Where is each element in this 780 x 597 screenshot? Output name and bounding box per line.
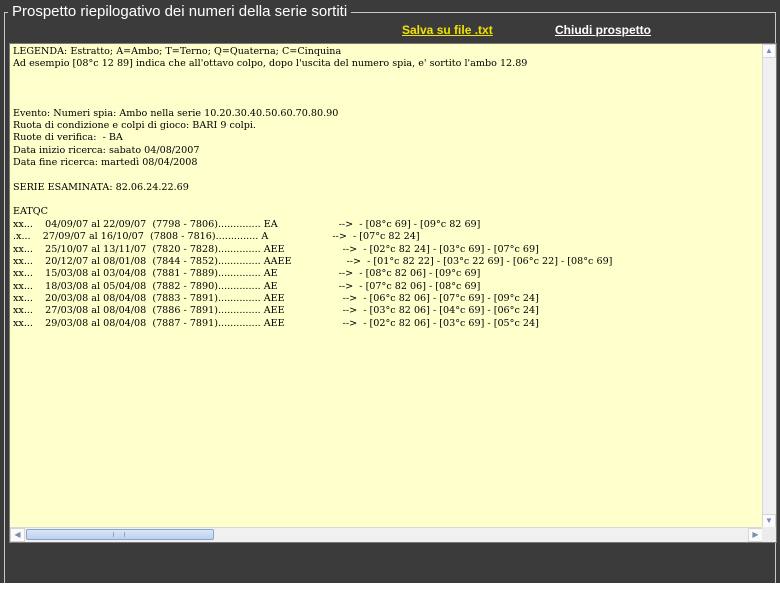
report-textarea[interactable]: LEGENDA: Estratto; A=Ambo; T=Terno; Q=Qu… [9, 43, 777, 543]
report-panel: Prospetto riepilogativo dei numeri della… [0, 0, 780, 583]
scrollbar-corner [762, 527, 776, 542]
scroll-grip-icon [113, 532, 125, 537]
save-to-txt-link[interactable]: Salva su file .txt [402, 23, 493, 38]
scroll-left-icon[interactable]: ◀ [10, 528, 25, 542]
scroll-right-icon[interactable]: ▶ [748, 528, 763, 542]
horizontal-scrollbar[interactable]: ◀ ▶ [10, 527, 763, 542]
vertical-scrollbar[interactable]: ▲ ▼ [762, 44, 776, 528]
bottom-strip [0, 583, 780, 597]
scroll-down-icon[interactable]: ▼ [762, 514, 776, 528]
close-report-link[interactable]: Chiudi prospetto [555, 23, 651, 38]
report-text: LEGENDA: Estratto; A=Ambo; T=Terno; Q=Qu… [13, 46, 613, 329]
panel-title: Prospetto riepilogativo dei numeri della… [8, 3, 352, 21]
horizontal-scroll-thumb[interactable] [26, 529, 214, 540]
scroll-up-icon[interactable]: ▲ [762, 44, 776, 58]
